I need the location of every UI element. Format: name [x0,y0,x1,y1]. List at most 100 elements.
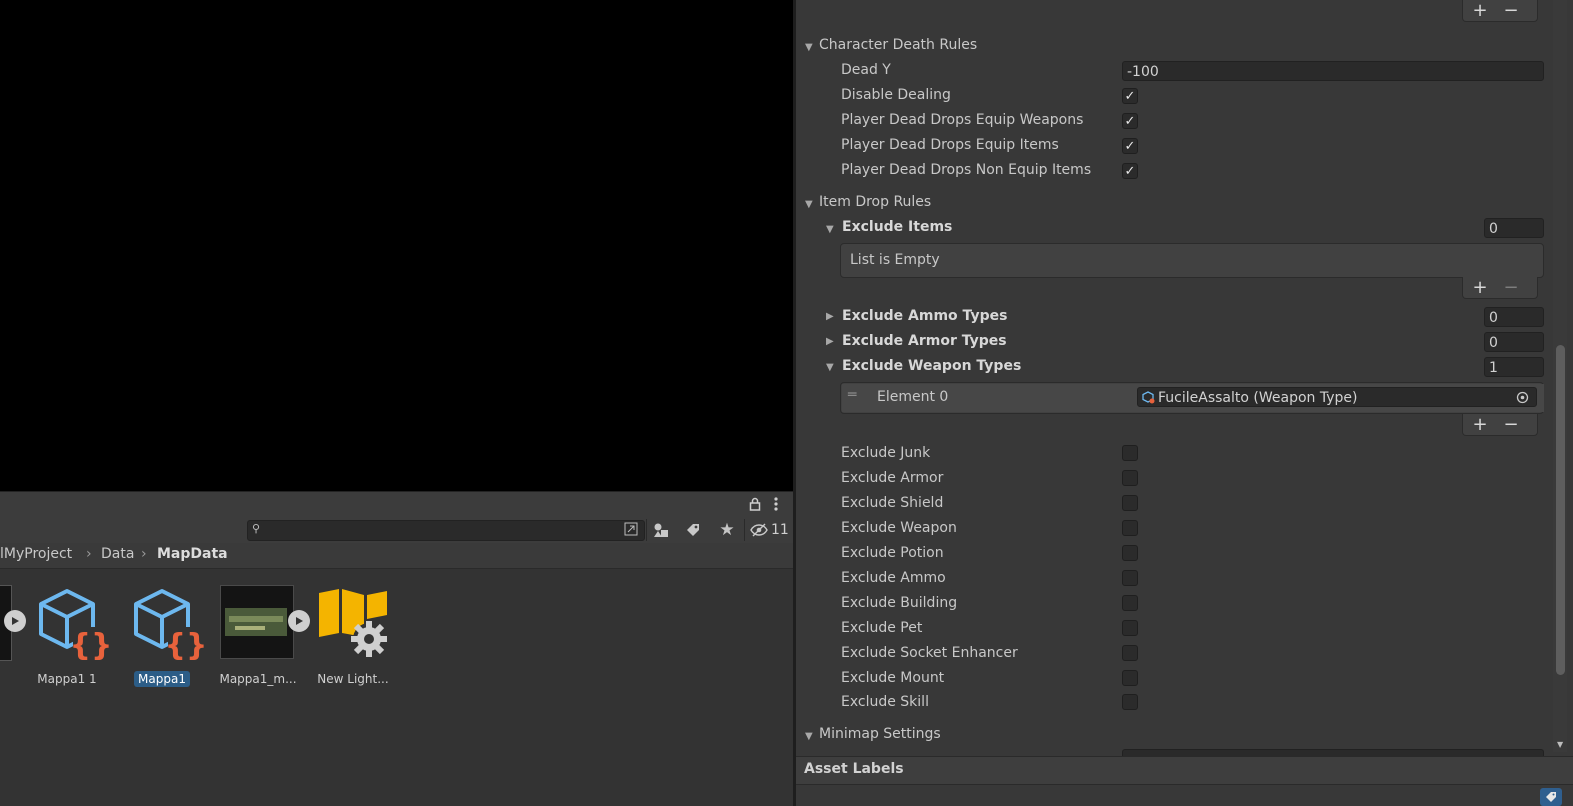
exclude-skill-checkbox[interactable] [1122,694,1138,710]
object-picker-icon[interactable] [1516,391,1529,404]
texture-thumbnail-icon [220,585,294,659]
exclude-weapon-types-size-field[interactable]: 1 [1484,357,1544,377]
favorites-star-icon[interactable]: ★ [713,519,741,541]
section-character-death-rules[interactable]: Character Death Rules [819,37,977,53]
foldout-expanded-icon[interactable]: ▼ [826,362,834,373]
exclude-building-checkbox[interactable] [1122,595,1138,611]
scene-view[interactable] [0,0,793,491]
lighting-settings-icon [319,589,387,657]
hidden-packages-toggle[interactable]: 11 [750,521,790,539]
list-empty-text: List is Empty [850,252,940,268]
scroll-down-icon[interactable]: ▼ [1557,740,1563,749]
element-0-label: Element 0 [877,389,949,405]
asset-label: Mappa1_m... [219,672,297,686]
exclude-items-size-field[interactable]: 0 [1484,218,1544,238]
asset-label-selected: Mappa1 [134,671,190,687]
drag-handle-icon[interactable]: ═ [848,387,856,403]
asset-labels-bar[interactable]: Asset Labels [796,756,1573,785]
foldout-expanded-icon[interactable]: ▼ [805,731,813,742]
drops-equip-weapons-checkbox[interactable]: ✓ [1122,113,1138,129]
filter-by-label-icon[interactable] [679,519,707,541]
exclude-weapon-checkbox[interactable] [1122,520,1138,536]
foldout-collapsed-icon[interactable]: ▶ [826,336,834,347]
exclude-potion-label: Exclude Potion [841,545,944,561]
foldout-expanded-icon[interactable]: ▼ [805,42,813,53]
exclude-socket-enhancer-checkbox[interactable] [1122,645,1138,661]
more-options-icon[interactable] [772,496,780,512]
eye-slash-icon [750,523,768,537]
lock-icon[interactable] [749,497,761,511]
exclude-armor-label: Exclude Armor [841,470,944,486]
add-element-button[interactable]: + [1468,414,1492,435]
add-element-button[interactable]: + [1468,277,1492,298]
tag-icon [1546,792,1556,802]
search-in-scene-icon[interactable] [624,522,638,540]
exclude-ammo-label: Exclude Ammo [841,570,946,586]
exclude-armor-types-label[interactable]: Exclude Armor Types [842,333,1007,349]
exclude-mount-label: Exclude Mount [841,670,945,686]
disable-dealing-checkbox[interactable]: ✓ [1122,88,1138,104]
drops-equip-items-checkbox[interactable]: ✓ [1122,138,1138,154]
section-minimap-settings[interactable]: Minimap Settings [819,726,941,742]
exclude-pet-checkbox[interactable] [1122,620,1138,636]
section-item-drop-rules[interactable]: Item Drop Rules [819,194,931,210]
asset-label: Mappa1 1 [37,672,97,686]
exclude-shield-checkbox[interactable] [1122,495,1138,511]
list-add-remove: + − [1462,277,1538,299]
project-window-header [0,491,793,518]
foldout-collapsed-icon[interactable]: ▶ [826,311,834,322]
scriptable-object-icon: {} [134,589,204,661]
exclude-building-label: Exclude Building [841,595,958,611]
disable-dealing-label: Disable Dealing [841,87,951,103]
chevron-right-icon: › [86,546,92,562]
exclude-items-label[interactable]: Exclude Items [842,219,952,235]
exclude-armor-types-size-field[interactable]: 0 [1484,332,1544,352]
asset-label: New Light... [317,672,389,686]
drops-equip-items-label: Player Dead Drops Equip Items [841,137,1059,153]
remove-element-button[interactable]: − [1499,0,1523,21]
scriptable-object-icon: {} [39,589,109,661]
exclude-armor-checkbox[interactable] [1122,470,1138,486]
foldout-expanded-icon[interactable]: ▼ [826,224,834,235]
drops-non-equip-items-checkbox[interactable]: ✓ [1122,163,1138,179]
breadcrumb-item-data[interactable]: Data [101,546,134,562]
asset-labels-title: Asset Labels [804,761,904,777]
list-add-remove: + − [1462,0,1538,22]
breadcrumb-item-project[interactable]: lMyProject [0,546,72,562]
chevron-right-icon: › [141,546,147,562]
exclude-ammo-types-label[interactable]: Exclude Ammo Types [842,308,1007,324]
exclude-ammo-types-size-field[interactable]: 0 [1484,307,1544,327]
svg-text:{}: {} [165,628,204,661]
filter-by-type-icon[interactable] [647,519,675,541]
exclude-junk-label: Exclude Junk [841,445,931,461]
dead-y-field[interactable]: -100 [1122,61,1544,81]
svg-text:{}: {} [70,628,109,661]
exclude-potion-checkbox[interactable] [1122,545,1138,561]
hidden-count: 11 [771,522,789,538]
weapon-type-value: FucileAssalto (Weapon Type) [1158,390,1358,406]
exclude-skill-label: Exclude Skill [841,694,929,710]
foldout-expanded-icon[interactable]: ▼ [805,199,813,210]
exclude-pet-label: Exclude Pet [841,620,923,636]
add-element-button[interactable]: + [1468,0,1492,21]
list-add-remove: + − [1462,414,1538,436]
dead-y-label: Dead Y [841,62,891,78]
remove-element-button[interactable]: − [1499,277,1523,298]
play-icon[interactable] [288,610,310,632]
asset-label-tag-button[interactable] [1540,788,1562,806]
exclude-ammo-checkbox[interactable] [1122,570,1138,586]
play-icon[interactable] [4,610,26,632]
project-assets-grid [0,569,793,806]
scrollbar-thumb[interactable] [1556,345,1565,675]
minimap-field-partial[interactable] [1122,749,1544,756]
search-input[interactable]: ⚲ [247,520,645,541]
drops-equip-weapons-label: Player Dead Drops Equip Weapons [841,112,1084,128]
exclude-weapon-types-label[interactable]: Exclude Weapon Types [842,358,1021,374]
breadcrumb-item-mapdata[interactable]: MapData [157,546,228,562]
remove-element-button[interactable]: − [1499,414,1523,435]
search-icon: ⚲ [252,522,261,535]
exclude-junk-checkbox[interactable] [1122,445,1138,461]
exclude-socket-enhancer-label: Exclude Socket Enhancer [841,645,1018,661]
exclude-mount-checkbox[interactable] [1122,670,1138,686]
weapon-type-object-field[interactable]: FucileAssalto (Weapon Type) [1137,387,1537,407]
